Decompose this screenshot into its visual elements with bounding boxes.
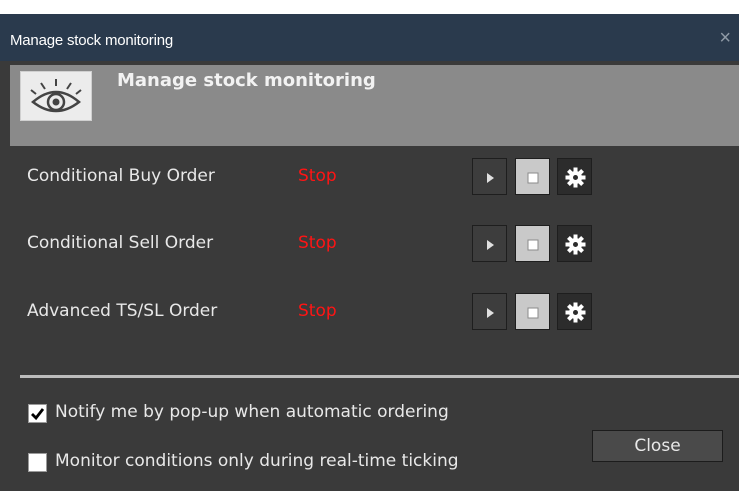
gear-icon [565, 167, 586, 188]
play-icon [487, 173, 494, 183]
window-close-icon[interactable]: × [719, 28, 731, 48]
settings-button-conditional-buy[interactable] [557, 158, 592, 195]
header-panel: Manage stock monitoring [10, 65, 739, 146]
row-status-conditional-sell: Stop [298, 233, 337, 253]
stop-icon [527, 172, 539, 184]
row-status-advanced-ts-sl: Stop [298, 301, 337, 321]
start-button-conditional-sell[interactable] [472, 225, 507, 262]
stop-icon [527, 307, 539, 319]
window-title: Manage stock monitoring [10, 32, 173, 49]
header-title: Manage stock monitoring [117, 70, 376, 91]
eye-icon [20, 71, 92, 121]
stop-icon [527, 239, 539, 251]
settings-button-conditional-sell[interactable] [557, 225, 592, 262]
start-button-advanced-ts-sl[interactable] [472, 293, 507, 330]
stop-button-conditional-buy[interactable] [515, 158, 550, 195]
notify-popup-label[interactable]: Notify me by pop-up when automatic order… [55, 402, 449, 422]
window-top-edge [0, 0, 739, 14]
stop-button-advanced-ts-sl[interactable] [515, 293, 550, 330]
row-status-conditional-buy: Stop [298, 166, 337, 186]
window-titlebar[interactable]: Manage stock monitoring × [0, 14, 739, 61]
settings-button-advanced-ts-sl[interactable] [557, 293, 592, 330]
close-button[interactable]: Close [592, 430, 723, 462]
play-icon [487, 308, 494, 318]
gear-icon [565, 234, 586, 255]
stop-button-conditional-sell[interactable] [515, 225, 550, 262]
gear-icon [565, 302, 586, 323]
start-button-conditional-buy[interactable] [472, 158, 507, 195]
section-divider [20, 375, 739, 378]
row-label-conditional-sell: Conditional Sell Order [27, 233, 214, 253]
monitor-realtime-checkbox[interactable] [28, 453, 47, 472]
row-label-conditional-buy: Conditional Buy Order [27, 166, 215, 186]
notify-popup-checkbox[interactable] [28, 404, 47, 423]
monitor-realtime-label[interactable]: Monitor conditions only during real-time… [55, 451, 459, 471]
play-icon [487, 240, 494, 250]
checkmark-icon [31, 408, 45, 421]
row-label-advanced-ts-sl: Advanced TS/SL Order [27, 301, 218, 321]
